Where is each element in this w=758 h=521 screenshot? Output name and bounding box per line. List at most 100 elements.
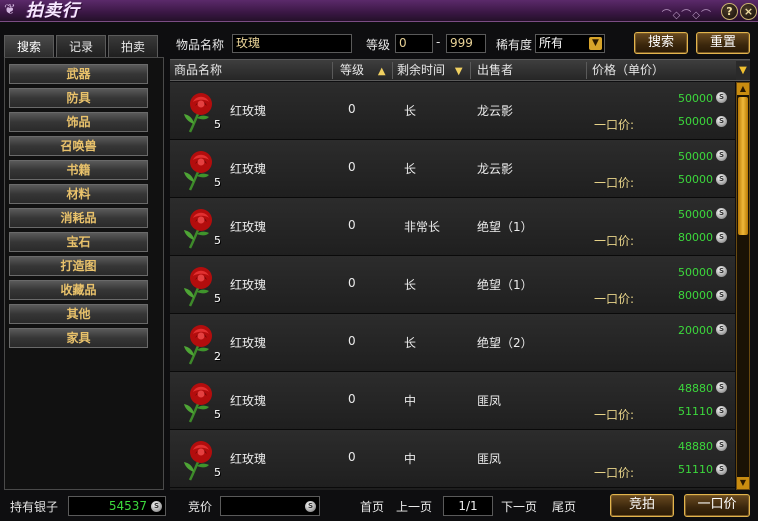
- buyout-label: 一口价:: [594, 118, 635, 132]
- bid-label: 竞价: [188, 500, 213, 514]
- silver-coin-icon: S: [716, 440, 727, 451]
- silver-coin-icon: S: [716, 174, 727, 185]
- category-collectibles[interactable]: 收藏品: [9, 280, 148, 300]
- item-name-input[interactable]: 玫瑰: [232, 34, 352, 53]
- remaining-time: 中: [404, 394, 417, 408]
- silver-coin-icon: S: [716, 382, 727, 393]
- seller-name: 绝望（1）: [477, 220, 533, 234]
- header-level[interactable]: 等级 ▲: [340, 60, 386, 80]
- buyout-price: 50000: [678, 173, 713, 186]
- level-max-input[interactable]: 999: [446, 34, 486, 53]
- category-materials[interactable]: 材料: [9, 184, 148, 204]
- bid-button[interactable]: 竞拍: [610, 494, 674, 517]
- remaining-time: 非常长: [404, 220, 441, 234]
- header-item-name[interactable]: 商品名称: [174, 60, 222, 80]
- prev-page-link[interactable]: 上一页: [396, 498, 432, 515]
- rarity-select[interactable]: 所有 ▼: [535, 34, 605, 53]
- silver-coin-icon: S: [716, 406, 727, 417]
- table-row[interactable]: 5 红玫瑰 0 中匪凤 48880 S 一口价: 51110 S: [170, 430, 735, 488]
- header-time-label: 剩余时间: [397, 63, 446, 77]
- header-seller[interactable]: 出售者: [477, 60, 513, 80]
- tab-records[interactable]: 记录: [56, 35, 106, 57]
- buyout-price: 50000: [678, 115, 713, 128]
- category-weapons[interactable]: 武器: [9, 64, 148, 84]
- sort-down-icon[interactable]: ▼: [455, 66, 463, 77]
- silver-value: 54537: [108, 499, 147, 513]
- red-rose-icon: [180, 206, 218, 250]
- next-page-link[interactable]: 下一页: [501, 498, 537, 515]
- table-row[interactable]: 5 红玫瑰 0 非常长 绝望（1） 50000 S 一口价: 80000 S: [170, 198, 735, 256]
- item-quantity: 5: [214, 292, 221, 305]
- scroll-down-icon[interactable]: ▼: [737, 477, 749, 489]
- category-gems[interactable]: 宝石: [9, 232, 148, 252]
- table-row[interactable]: 5 红玫瑰 0 长龙云影 50000 S 一口价: 50000 S: [170, 140, 735, 198]
- item-level: 0: [348, 392, 356, 406]
- silver-label: 持有银子: [10, 500, 59, 514]
- item-name: 红玫瑰: [230, 452, 267, 466]
- table-row[interactable]: 2 红玫瑰 0 长 绝望（2） 20000 S: [170, 314, 735, 372]
- chevron-down-icon[interactable]: ▼: [589, 37, 602, 50]
- buyout-price: 80000: [678, 289, 713, 302]
- item-name: 红玫瑰: [230, 104, 267, 118]
- category-armor[interactable]: 防具: [9, 88, 148, 108]
- red-rose-icon: [180, 90, 218, 134]
- listing-table: 5 红玫瑰 0 长龙云影 50000 S 一口价: 50000 S 5 红玫瑰 0 长龙云影 50000 S…: [170, 82, 735, 490]
- tab-auction[interactable]: 拍卖: [108, 35, 158, 57]
- table-row[interactable]: 5 红玫瑰 0 中匪凤 48880 S 一口价: 51110 S: [170, 372, 735, 430]
- bid-price: 20000: [678, 324, 713, 337]
- level-range-separator: -: [436, 35, 441, 49]
- red-rose-icon: [180, 322, 218, 366]
- category-books[interactable]: 书籍: [9, 160, 148, 180]
- header-time[interactable]: 剩余时间 ▼: [397, 60, 463, 80]
- buyout-price: 51110: [678, 463, 713, 476]
- item-name: 红玫瑰: [230, 278, 267, 292]
- scroll-thumb[interactable]: [738, 97, 748, 235]
- sort-down-icon[interactable]: ▼: [736, 61, 750, 80]
- seller-name: 龙云影: [477, 162, 514, 176]
- bid-price-input[interactable]: S: [220, 496, 320, 516]
- header-price[interactable]: 价格（单价）: [592, 60, 664, 80]
- silver-balance: 54537 S: [68, 496, 166, 516]
- level-min-input[interactable]: 0: [395, 34, 433, 53]
- silver-coin-icon: S: [716, 324, 727, 335]
- level-label: 等级: [366, 38, 391, 52]
- item-name: 红玫瑰: [230, 394, 267, 408]
- category-consumables[interactable]: 消耗品: [9, 208, 148, 228]
- category-furniture[interactable]: 家具: [9, 328, 148, 348]
- category-accessories[interactable]: 饰品: [9, 112, 148, 132]
- buyout-button[interactable]: 一口价: [684, 494, 750, 517]
- table-row[interactable]: 5 红玫瑰 0 长绝望（1） 50000 S 一口价: 80000 S: [170, 256, 735, 314]
- category-panel: 武器 防具 饰品 召唤兽 书籍 材料 消耗品 宝石 打造图 收藏品 其他 家具: [4, 57, 164, 490]
- category-other[interactable]: 其他: [9, 304, 148, 324]
- item-level: 0: [348, 102, 356, 116]
- help-button[interactable]: ?: [721, 3, 738, 20]
- last-page-link[interactable]: 尾页: [552, 498, 576, 515]
- search-button[interactable]: 搜索: [634, 32, 688, 54]
- table-row[interactable]: 5 红玫瑰 0 长龙云影 50000 S 一口价: 50000 S: [170, 82, 735, 140]
- remaining-time: 长: [404, 104, 417, 118]
- close-button[interactable]: ×: [740, 3, 757, 20]
- scroll-up-icon[interactable]: ▲: [737, 83, 749, 95]
- wing-emblem-icon: ❦: [4, 2, 16, 18]
- reset-button[interactable]: 重置: [696, 32, 750, 54]
- rarity-label: 稀有度: [496, 38, 533, 52]
- scrollbar[interactable]: ▲ ▼: [736, 82, 750, 490]
- buyout-price: 51110: [678, 405, 713, 418]
- title-bar[interactable]: ❦ 拍卖行 ⌒◇⌒◇⌒ ? ×: [0, 0, 758, 22]
- bid-price: 50000: [678, 150, 713, 163]
- silver-coin-icon: S: [716, 116, 727, 127]
- item-quantity: 5: [214, 118, 221, 131]
- item-quantity: 5: [214, 234, 221, 247]
- item-quantity: 5: [214, 408, 221, 421]
- category-summons[interactable]: 召唤兽: [9, 136, 148, 156]
- tab-search[interactable]: 搜索: [4, 35, 54, 57]
- sort-up-icon[interactable]: ▲: [378, 66, 386, 77]
- bid-price: 50000: [678, 266, 713, 279]
- item-level: 0: [348, 218, 356, 232]
- red-rose-icon: [180, 438, 218, 482]
- first-page-link[interactable]: 首页: [360, 498, 384, 515]
- bid-price: 48880: [678, 440, 713, 453]
- category-blueprints[interactable]: 打造图: [9, 256, 148, 276]
- table-header: 商品名称 等级 ▲ 剩余时间 ▼ 出售者 价格（单价） ▼: [170, 59, 750, 81]
- item-name: 红玫瑰: [230, 220, 267, 234]
